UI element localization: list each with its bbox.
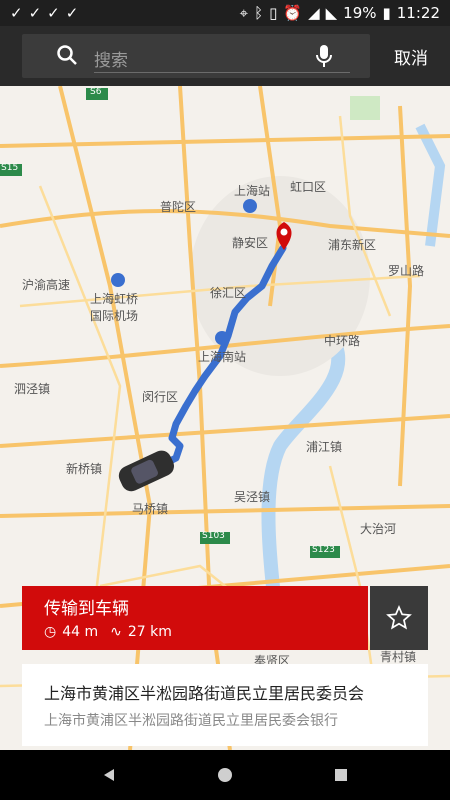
system-nav-bar: [0, 750, 450, 800]
location-icon: ⌖: [239, 4, 249, 22]
map-label: 大治河: [360, 522, 397, 536]
map-label: 新桥镇: [66, 462, 103, 476]
trip-time: 44 m: [62, 624, 99, 640]
send-to-vehicle-title: 传输到车辆: [44, 599, 129, 619]
airport-icon: [111, 273, 125, 287]
address-card[interactable]: 上海市黄浦区半淞园路街道民立里居民委员会 上海市黄浦区半淞园路街道民立里居民委会…: [22, 664, 428, 746]
map-label: 静安区: [232, 236, 269, 250]
microphone-icon[interactable]: [316, 44, 332, 68]
home-icon[interactable]: [217, 767, 233, 783]
search-underline: [94, 72, 350, 73]
system-icons: ⌖ ᛒ ▯ ⏰ ◢ ◣ 19% ▮ 11:22: [240, 0, 440, 26]
back-icon[interactable]: [101, 767, 117, 783]
map-label: 闵行区: [142, 390, 179, 404]
send-to-vehicle-card[interactable]: 传输到车辆 ◷ 44 m ∿ 27 km: [22, 586, 368, 650]
highway-label: S103: [202, 531, 225, 541]
map-label: 上海站: [234, 184, 271, 198]
search-bar: 搜索: [0, 26, 450, 86]
address-sub: 上海市黄浦区半淞园路街道民立里居民委会银行: [44, 713, 338, 729]
battery-icon: ▮: [382, 4, 391, 22]
signal-icon: ◣: [325, 4, 338, 22]
notification-icons: ✓ ✓ ✓ ✓: [0, 4, 78, 22]
highway-label: S123: [312, 545, 335, 555]
map-label: 徐汇区: [210, 286, 247, 300]
alarm-icon: ⏰: [283, 4, 303, 22]
map-label: 普陀区: [160, 200, 197, 214]
trip-distance: 27 km: [127, 624, 172, 640]
address-main: 上海市黄浦区半淞园路街道民立里居民委员会: [44, 684, 365, 703]
map-label: 马桥镇: [132, 502, 169, 516]
highway-label: S15: [1, 163, 19, 173]
cancel-button[interactable]: 取消: [394, 44, 428, 69]
route-icon: ∿: [110, 624, 122, 640]
map-label: 吴泾镇: [234, 490, 271, 504]
check-icon: ✓: [28, 4, 42, 22]
star-icon: [386, 605, 412, 630]
wifi-icon: ◢: [308, 4, 320, 22]
map-label: 浦东新区: [328, 238, 377, 252]
map-label: 浦江镇: [306, 440, 343, 454]
vibrate-icon: ▯: [269, 4, 278, 22]
map-label: 沪渝高速: [22, 278, 71, 292]
bluetooth-icon: ᛒ: [254, 4, 264, 22]
map-label: 泗泾镇: [14, 382, 51, 396]
battery-percent: 19%: [343, 4, 377, 22]
map-label: 上海虹桥 国际机场: [90, 292, 139, 323]
favorite-button[interactable]: [370, 586, 428, 650]
map-view[interactable]: 上海站 虹口区 普陀区 静安区 浦东新区 罗山路 徐汇区 上海虹桥 国际机场 沪…: [0, 86, 450, 750]
trip-meta: ◷ 44 m ∿ 27 km: [44, 624, 172, 640]
status-bar: ✓ ✓ ✓ ✓ ⌖ ᛒ ▯ ⏰ ◢ ◣ 19% ▮ 11:22: [0, 0, 450, 26]
check-icon: ✓: [10, 4, 23, 22]
train-station-icon: [215, 331, 229, 345]
search-box[interactable]: 搜索: [22, 34, 370, 78]
clock-icon: ◷: [44, 624, 57, 640]
check-icon: ✓: [65, 4, 79, 22]
map-label: 虹口区: [290, 180, 327, 194]
search-icon: [57, 45, 77, 65]
recents-icon[interactable]: [333, 767, 349, 783]
map-label: 青村镇: [380, 650, 417, 664]
map-label: 中环路: [324, 334, 361, 348]
highway-label: S6: [90, 87, 102, 97]
clock: 11:22: [396, 4, 440, 22]
train-station-icon: [243, 199, 257, 213]
map-label: 罗山路: [388, 264, 425, 278]
check-icon: ✓: [47, 4, 60, 22]
map-label: 上海南站: [198, 350, 247, 364]
search-input[interactable]: 搜索: [94, 46, 128, 71]
